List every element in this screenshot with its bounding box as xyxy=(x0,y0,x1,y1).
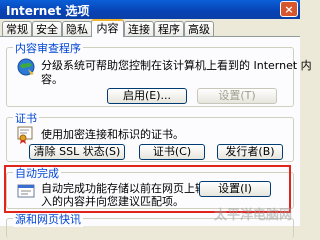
tab-connections[interactable]: 连接 xyxy=(124,21,154,36)
certificate-icon xyxy=(17,126,33,144)
tab-general[interactable]: 常规 xyxy=(2,21,32,36)
certificates-legend: 证书 xyxy=(13,110,39,126)
tab-privacy[interactable]: 隐私 xyxy=(62,21,92,36)
enable-button[interactable]: 启用(E)... xyxy=(107,88,187,104)
feeds-legend: 源和网页快讯 xyxy=(13,211,83,227)
content-advisor-icon xyxy=(17,58,35,76)
close-icon: × xyxy=(284,3,294,16)
tab-content[interactable]: 内容 xyxy=(91,19,124,37)
content-advisor-desc-1: 分级系统可帮助您控制在该计算机上看到的 Internet 内 xyxy=(41,59,312,72)
tab-security[interactable]: 安全 xyxy=(32,21,62,36)
certificates-desc: 使用加密连接和标识的证书。 xyxy=(41,128,184,141)
title-bar: Internet 选项 × xyxy=(0,0,300,19)
tab-advanced[interactable]: 高级 xyxy=(184,21,214,36)
tab-programs[interactable]: 程序 xyxy=(154,21,184,36)
close-button[interactable]: × xyxy=(280,1,298,17)
clear-ssl-state-button[interactable]: 清除 SSL 状态(S) xyxy=(29,144,125,160)
content-advisor-settings-button[interactable]: 设置(T) xyxy=(197,88,277,104)
certificates-button[interactable]: 证书(C) xyxy=(139,144,205,160)
content-advisor-desc-2: 容。 xyxy=(41,73,63,86)
publishers-button[interactable]: 发行者(B) xyxy=(217,144,283,160)
window-title: Internet 选项 xyxy=(6,4,90,18)
content-advisor-group: 内容审查程序 分级系统可帮助您控制在该计算机上看到的 Internet 内 容。… xyxy=(6,40,312,107)
certificates-group: 证书 使用加密连接和标识的证书。 清除 SSL 状态(S) 证书(C) 发行者(… xyxy=(6,110,294,162)
watermark: 太平洋电脑网 xyxy=(213,208,292,223)
content-advisor-legend: 内容审查程序 xyxy=(13,40,83,56)
tab-bar: 常规 安全 隐私 内容 连接 程序 高级 xyxy=(0,19,300,37)
